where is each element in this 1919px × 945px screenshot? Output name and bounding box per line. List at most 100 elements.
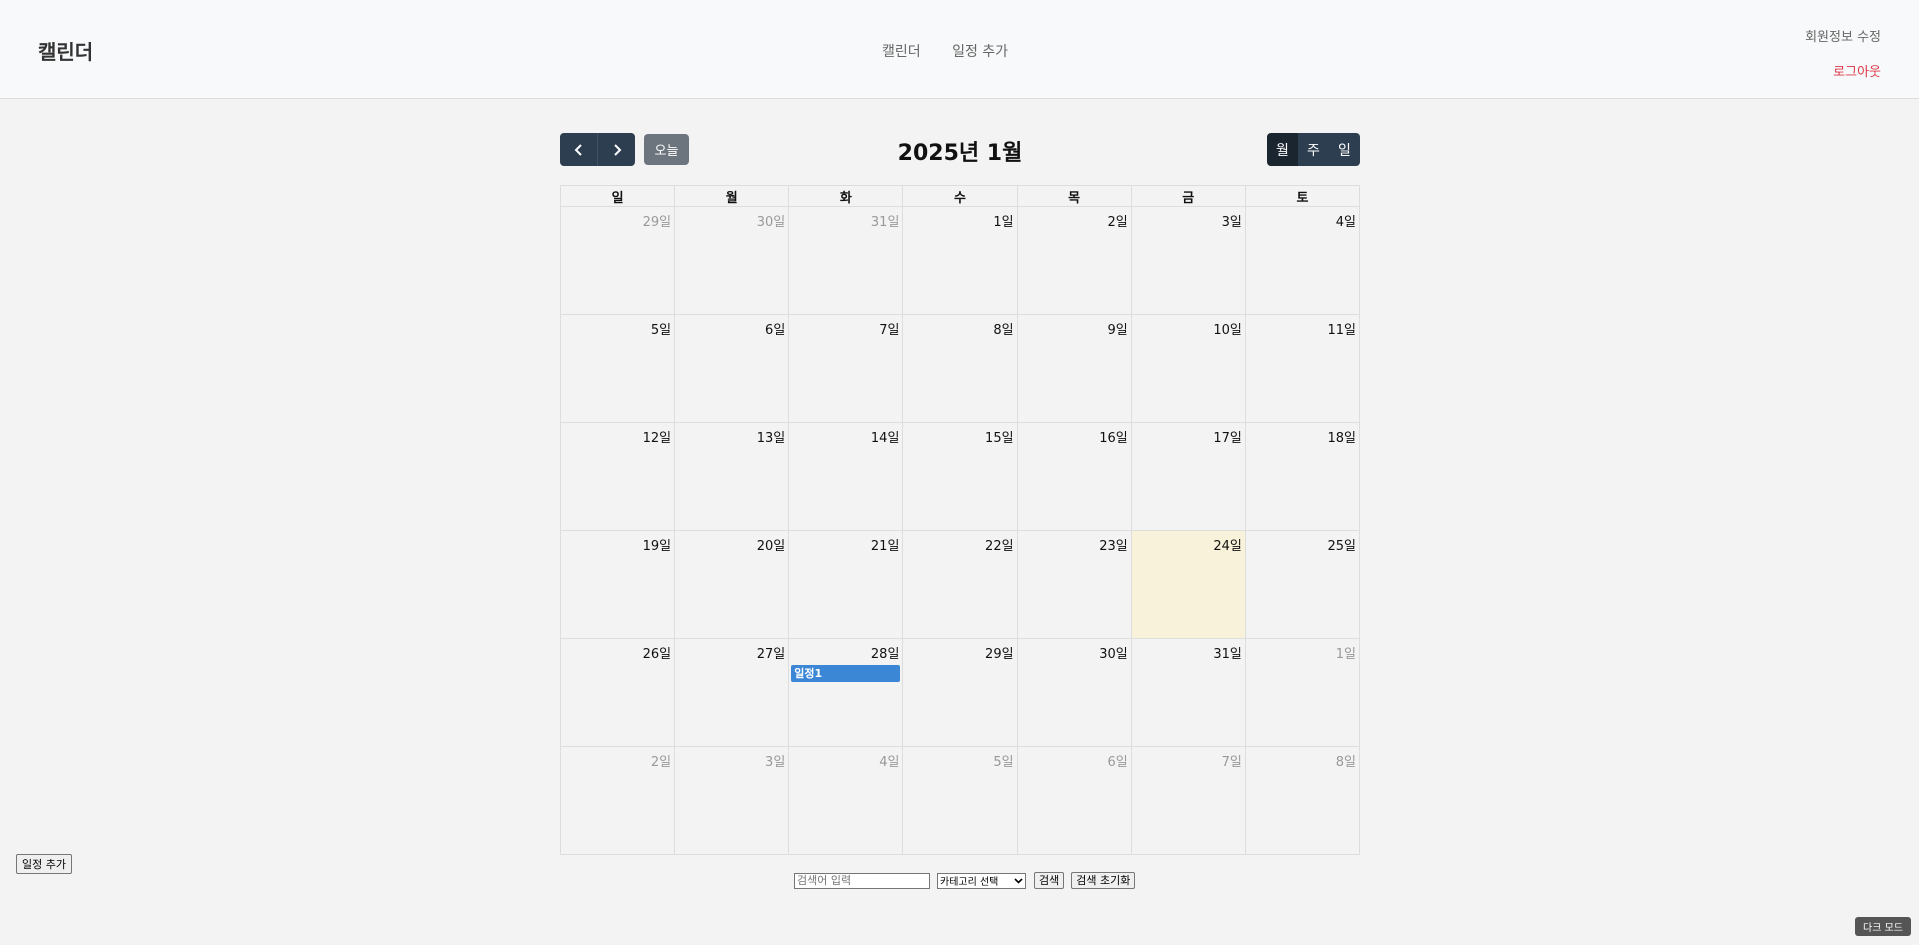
day-number[interactable]: 23일 <box>1018 531 1131 554</box>
view-day-button[interactable]: 일 <box>1329 133 1360 166</box>
view-week-button[interactable]: 주 <box>1298 133 1329 166</box>
calendar-day-cell[interactable]: 4일 <box>1244 206 1361 315</box>
day-number[interactable]: 29일 <box>903 639 1016 662</box>
day-number[interactable]: 30일 <box>675 207 788 230</box>
day-number[interactable]: 21일 <box>789 531 902 554</box>
calendar-day-cell[interactable]: 18일 <box>1244 422 1361 531</box>
calendar-day-cell[interactable]: 9일 <box>1016 314 1132 423</box>
edit-profile-link[interactable]: 회원정보 수정 <box>1805 26 1881 45</box>
day-number[interactable]: 31일 <box>789 207 902 230</box>
calendar-day-cell[interactable]: 7일 <box>1130 746 1246 855</box>
calendar-day-cell[interactable]: 27일 <box>674 638 790 747</box>
day-number[interactable]: 25일 <box>1246 531 1359 554</box>
calendar-day-cell[interactable]: 5일 <box>559 314 676 423</box>
calendar-day-cell[interactable]: 8일 <box>902 314 1018 423</box>
calendar-day-cell[interactable]: 29일 <box>559 206 676 315</box>
day-number[interactable]: 3일 <box>675 747 788 770</box>
day-number[interactable]: 4일 <box>789 747 902 770</box>
calendar-day-cell[interactable]: 1일 <box>902 206 1018 315</box>
day-number[interactable]: 16일 <box>1018 423 1131 446</box>
day-number[interactable]: 22일 <box>903 531 1016 554</box>
day-number[interactable]: 7일 <box>789 315 902 338</box>
calendar-day-cell[interactable]: 25일 <box>1244 530 1361 639</box>
calendar-day-cell[interactable]: 20일 <box>674 530 790 639</box>
nav-link-add-event[interactable]: 일정 추가 <box>952 44 1008 60</box>
calendar-day-cell[interactable]: 15일 <box>902 422 1018 531</box>
day-number[interactable]: 27일 <box>675 639 788 662</box>
calendar-day-cell[interactable]: 30일 <box>674 206 790 315</box>
day-number[interactable]: 3일 <box>1132 207 1245 230</box>
calendar-day-cell[interactable]: 11일 <box>1244 314 1361 423</box>
day-number[interactable]: 19일 <box>561 531 674 554</box>
calendar-day-cell[interactable]: 16일 <box>1016 422 1132 531</box>
calendar-day-cell[interactable]: 31일 <box>788 206 904 315</box>
dark-mode-toggle[interactable]: 다크 모드 <box>1855 917 1911 936</box>
calendar-day-cell[interactable]: 31일 <box>1130 638 1246 747</box>
nav-links: 캘린더 일정 추가 <box>882 41 1035 61</box>
day-number[interactable]: 18일 <box>1246 423 1359 446</box>
calendar-day-cell[interactable]: 14일 <box>788 422 904 531</box>
day-number[interactable]: 31일 <box>1132 639 1245 662</box>
nav-link-calendar[interactable]: 캘린더 <box>882 44 921 60</box>
day-number[interactable]: 15일 <box>903 423 1016 446</box>
day-number[interactable]: 24일 <box>1132 531 1245 554</box>
calendar-day-cell[interactable]: 22일 <box>902 530 1018 639</box>
day-number[interactable]: 29일 <box>561 207 674 230</box>
day-number[interactable]: 5일 <box>903 747 1016 770</box>
calendar-day-cell[interactable]: 23일 <box>1016 530 1132 639</box>
calendar-day-cell[interactable]: 29일 <box>902 638 1018 747</box>
calendar-day-cell[interactable]: 2일 <box>1016 206 1132 315</box>
day-number[interactable]: 6일 <box>675 315 788 338</box>
calendar-day-cell[interactable]: 21일 <box>788 530 904 639</box>
day-number[interactable]: 7일 <box>1132 747 1245 770</box>
calendar-day-cell[interactable]: 12일 <box>559 422 676 531</box>
day-number[interactable]: 5일 <box>561 315 674 338</box>
day-number[interactable]: 14일 <box>789 423 902 446</box>
calendar-day-cell[interactable]: 6일 <box>674 314 790 423</box>
calendar-event[interactable]: 일정1 <box>791 665 901 682</box>
view-month-button[interactable]: 월 <box>1267 133 1298 166</box>
calendar-day-cell[interactable]: 26일 <box>559 638 676 747</box>
day-number[interactable]: 1일 <box>903 207 1016 230</box>
day-number[interactable]: 6일 <box>1018 747 1131 770</box>
day-number[interactable]: 13일 <box>675 423 788 446</box>
calendar-day-cell[interactable]: 30일 <box>1016 638 1132 747</box>
day-number[interactable]: 26일 <box>561 639 674 662</box>
day-number[interactable]: 20일 <box>675 531 788 554</box>
day-number[interactable]: 11일 <box>1246 315 1359 338</box>
day-number[interactable]: 2일 <box>1018 207 1131 230</box>
brand-logo[interactable]: 캘린더 <box>38 36 93 65</box>
calendar-day-cell[interactable]: 8일 <box>1244 746 1361 855</box>
day-number[interactable]: 2일 <box>561 747 674 770</box>
calendar-day-cell[interactable]: 28일 일정1 <box>788 638 904 747</box>
calendar-day-cell[interactable]: 3일 <box>674 746 790 855</box>
calendar-day-cell[interactable]: 6일 <box>1016 746 1132 855</box>
logout-link[interactable]: 로그아웃 <box>1805 61 1881 80</box>
calendar-day-cell[interactable]: 17일 <box>1130 422 1246 531</box>
day-number[interactable]: 4일 <box>1246 207 1359 230</box>
category-select[interactable]: 카테고리 선택 <box>937 872 1026 889</box>
calendar-day-cell[interactable]: 10일 <box>1130 314 1246 423</box>
calendar-day-cell[interactable]: 7일 <box>788 314 904 423</box>
reset-search-button[interactable]: 검색 초기화 <box>1071 872 1136 889</box>
side-add-event-button[interactable]: 일정 추가 <box>16 854 72 874</box>
day-number[interactable]: 9일 <box>1018 315 1131 338</box>
day-number[interactable]: 30일 <box>1018 639 1131 662</box>
day-number[interactable]: 17일 <box>1132 423 1245 446</box>
day-number[interactable]: 8일 <box>1246 747 1359 770</box>
calendar-day-cell[interactable]: 3일 <box>1130 206 1246 315</box>
calendar-day-cell[interactable]: 2일 <box>559 746 676 855</box>
calendar-day-cell[interactable]: 19일 <box>559 530 676 639</box>
calendar-day-cell[interactable]: 4일 <box>788 746 904 855</box>
day-number[interactable]: 1일 <box>1246 639 1359 662</box>
day-number[interactable]: 10일 <box>1132 315 1245 338</box>
calendar-day-cell-today[interactable]: 24일 <box>1130 530 1246 639</box>
calendar-day-cell[interactable]: 13일 <box>674 422 790 531</box>
search-input[interactable] <box>794 872 930 889</box>
day-number[interactable]: 8일 <box>903 315 1016 338</box>
calendar-day-cell[interactable]: 1일 <box>1244 638 1361 747</box>
day-number[interactable]: 28일 <box>789 639 902 662</box>
day-number[interactable]: 12일 <box>561 423 674 446</box>
search-button[interactable]: 검색 <box>1034 872 1065 889</box>
calendar-day-cell[interactable]: 5일 <box>902 746 1018 855</box>
